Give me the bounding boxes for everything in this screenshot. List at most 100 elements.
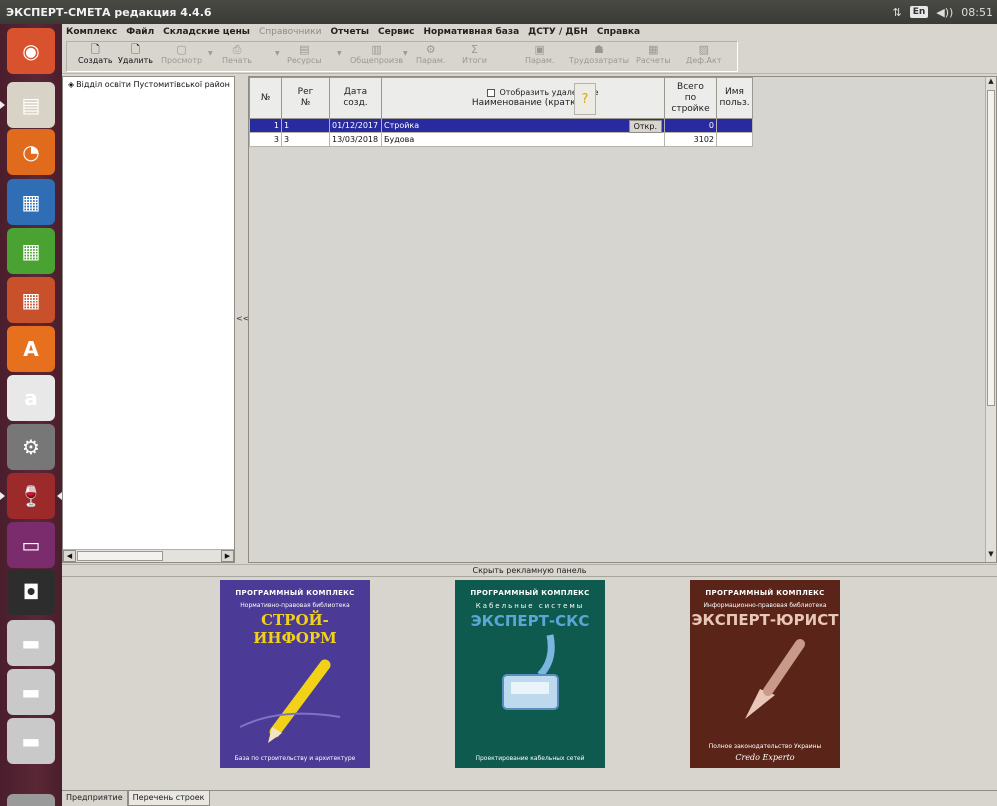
amazon-icon-glyph: a: [24, 386, 38, 410]
print-button[interactable]: ⎙ Печать: [222, 43, 252, 71]
tree-item-organization[interactable]: ◈ Відділ освіти Пустомитівської район: [68, 80, 230, 89]
col-header-date[interactable]: Дата созд.: [329, 77, 382, 119]
volume-icon[interactable]: ◀)): [936, 6, 953, 19]
menu-item-1[interactable]: Файл: [126, 27, 154, 37]
labor-button[interactable]: ☗ Трудозатраты: [569, 43, 629, 71]
drive-icon[interactable]: ▬: [7, 669, 55, 715]
general-dropdown-arrow[interactable]: ▼: [403, 50, 408, 57]
tree-horizontal-scrollbar[interactable]: ◀ ▶: [63, 549, 234, 562]
bottom-tabs: Предприятие Перечень строек: [62, 790, 997, 806]
cell-date[interactable]: 01/12/2017: [329, 118, 382, 133]
clock[interactable]: 08:51: [961, 6, 993, 19]
ad-expert-sks[interactable]: ПРОГРАММНЫЙ КОМПЛЕКС Кабельные системы Э…: [455, 580, 605, 768]
ad-footer: Проектирование кабельных сетей: [475, 755, 585, 762]
files-icon[interactable]: ▤: [0, 82, 55, 128]
organization-tree[interactable]: ◈ Відділ освіти Пустомитівської район ◀ …: [62, 76, 235, 563]
menu-item-4[interactable]: Отчеты: [330, 27, 369, 37]
drive-icon[interactable]: ▬: [7, 620, 55, 666]
resources-button[interactable]: ▤ Ресурсы: [287, 43, 322, 71]
menu-item-5[interactable]: Сервис: [378, 27, 415, 37]
menu-item-2[interactable]: Складские цены: [163, 27, 250, 37]
col-header-name[interactable]: ? Отобразить удаленные Наименование (кра…: [381, 77, 665, 119]
scroll-up-icon[interactable]: ▲: [986, 77, 996, 89]
view-dropdown-arrow[interactable]: ▼: [208, 50, 213, 57]
scroll-thumb[interactable]: [987, 90, 995, 406]
drive-icon[interactable]: ▬: [7, 718, 55, 764]
cell-reg[interactable]: 1: [281, 118, 330, 133]
defact-button[interactable]: ▨ Деф.Акт: [686, 43, 722, 71]
totals-button[interactable]: Σ Итоги: [462, 43, 487, 71]
calc-icon-glyph: ▦: [21, 239, 41, 263]
monitor-icon-glyph: ▭: [21, 533, 41, 557]
menu-item-6[interactable]: Нормативная база: [424, 27, 520, 37]
col-header-user[interactable]: Имя польз.: [716, 77, 753, 119]
scroll-left-icon[interactable]: ◀: [63, 550, 76, 562]
network-icon[interactable]: ⇅: [892, 6, 901, 19]
keyboard-layout-indicator[interactable]: En: [909, 6, 929, 18]
writer-icon[interactable]: ▦: [7, 179, 55, 225]
wine-icon[interactable]: 🍷: [0, 473, 62, 519]
drive-icon-glyph: ▬: [21, 680, 41, 704]
calcs-button[interactable]: ▦ Расчеты: [636, 43, 671, 71]
menu-item-3[interactable]: Справочники: [259, 27, 322, 37]
ad-expert-yurist[interactable]: ПРОГРАММНЫЙ КОМПЛЕКС Информационно-право…: [690, 580, 840, 768]
help-button[interactable]: ?: [574, 83, 596, 115]
software-center-icon-glyph: A: [23, 337, 39, 361]
software-center-icon[interactable]: A: [7, 326, 55, 372]
menu-item-8[interactable]: Справка: [597, 27, 640, 37]
firefox-icon[interactable]: ◔: [7, 129, 55, 175]
grid-vertical-scrollbar[interactable]: ▲ ▼: [985, 77, 996, 562]
general-button[interactable]: ▥ Общепроизв: [350, 43, 403, 71]
cell-reg[interactable]: 3: [281, 132, 330, 147]
ad-stroy-inform[interactable]: ПРОГРАММНЫЙ КОМПЛЕКС Нормативно-правовая…: [220, 580, 370, 768]
tab-0[interactable]: Предприятие: [62, 791, 128, 806]
trash-icon[interactable]: 🗑: [7, 794, 55, 806]
scroll-thumb[interactable]: [77, 551, 163, 561]
delete-document-icon: 🗋: [131, 43, 140, 56]
system-top-bar: ЭКСПЕРТ-СМЕТА редакция 4.4.6 ⇅ En ◀)) 08…: [0, 0, 997, 24]
cell-name[interactable]: Будова: [381, 132, 665, 147]
menu-item-0[interactable]: Комплекс: [66, 27, 117, 37]
projects-grid-pane: № Рег № Дата созд. ? Отобразить удаленны…: [248, 76, 997, 563]
menu-item-7[interactable]: ДСТУ / ДБН: [528, 27, 588, 37]
col-header-num[interactable]: №: [249, 77, 282, 119]
cell-user[interactable]: [716, 132, 753, 147]
panel-splitter[interactable]: <<: [235, 76, 249, 563]
cell-num[interactable]: 1: [249, 118, 282, 133]
system-settings-icon[interactable]: ⚙: [7, 424, 55, 470]
cell-date[interactable]: 13/03/2018: [329, 132, 382, 147]
projects-table: № Рег № Дата созд. ? Отобразить удаленны…: [249, 77, 753, 147]
cell-name[interactable]: Стройка Откр.: [381, 118, 665, 133]
calc-icon[interactable]: ▦: [7, 228, 55, 274]
resources-dropdown-arrow[interactable]: ▼: [337, 50, 342, 57]
amazon-icon[interactable]: a: [7, 375, 55, 421]
impress-icon[interactable]: ▦: [7, 277, 55, 323]
show-deleted-checkbox-row[interactable]: Отобразить удаленные: [422, 87, 664, 98]
usb-device-icon[interactable]: ◘: [7, 569, 55, 615]
ubuntu-logo-icon[interactable]: ◉: [7, 28, 55, 74]
cell-total[interactable]: 0: [664, 118, 717, 133]
params-button[interactable]: ⚙ Парам.: [416, 43, 445, 71]
ad-title: СТРОЙ-ИНФОРМ: [253, 611, 337, 647]
ad-footer: База по строительству и архитектуре: [234, 755, 356, 762]
cell-num[interactable]: 3: [249, 132, 282, 147]
table-row[interactable]: 3 3 13/03/2018 Будова 3102: [249, 132, 753, 147]
tab-1[interactable]: Перечень строек: [127, 791, 210, 806]
col-header-reg[interactable]: Рег №: [281, 77, 330, 119]
col-header-total[interactable]: Всего по стройке: [664, 77, 717, 119]
show-deleted-checkbox[interactable]: [487, 88, 496, 97]
view-button[interactable]: ▢ Просмотр: [161, 43, 202, 71]
scroll-down-icon[interactable]: ▼: [986, 550, 996, 562]
create-button[interactable]: 🗋 Создать: [78, 43, 113, 71]
params2-button[interactable]: ▣ Парам.: [525, 43, 554, 71]
hide-ad-panel-button[interactable]: Скрыть рекламную панель: [62, 564, 997, 576]
cell-total[interactable]: 3102: [664, 132, 717, 147]
monitor-icon[interactable]: ▭: [7, 522, 55, 568]
delete-button[interactable]: 🗋 Удалить: [118, 43, 153, 71]
scroll-right-icon[interactable]: ▶: [221, 550, 234, 562]
ad-signature: Credo Experto: [735, 753, 795, 762]
open-project-button[interactable]: Откр.: [628, 120, 662, 133]
print-dropdown-arrow[interactable]: ▼: [275, 50, 280, 57]
table-row[interactable]: 1 1 01/12/2017 Стройка Откр. 0: [249, 118, 753, 133]
cell-user[interactable]: [716, 118, 753, 133]
